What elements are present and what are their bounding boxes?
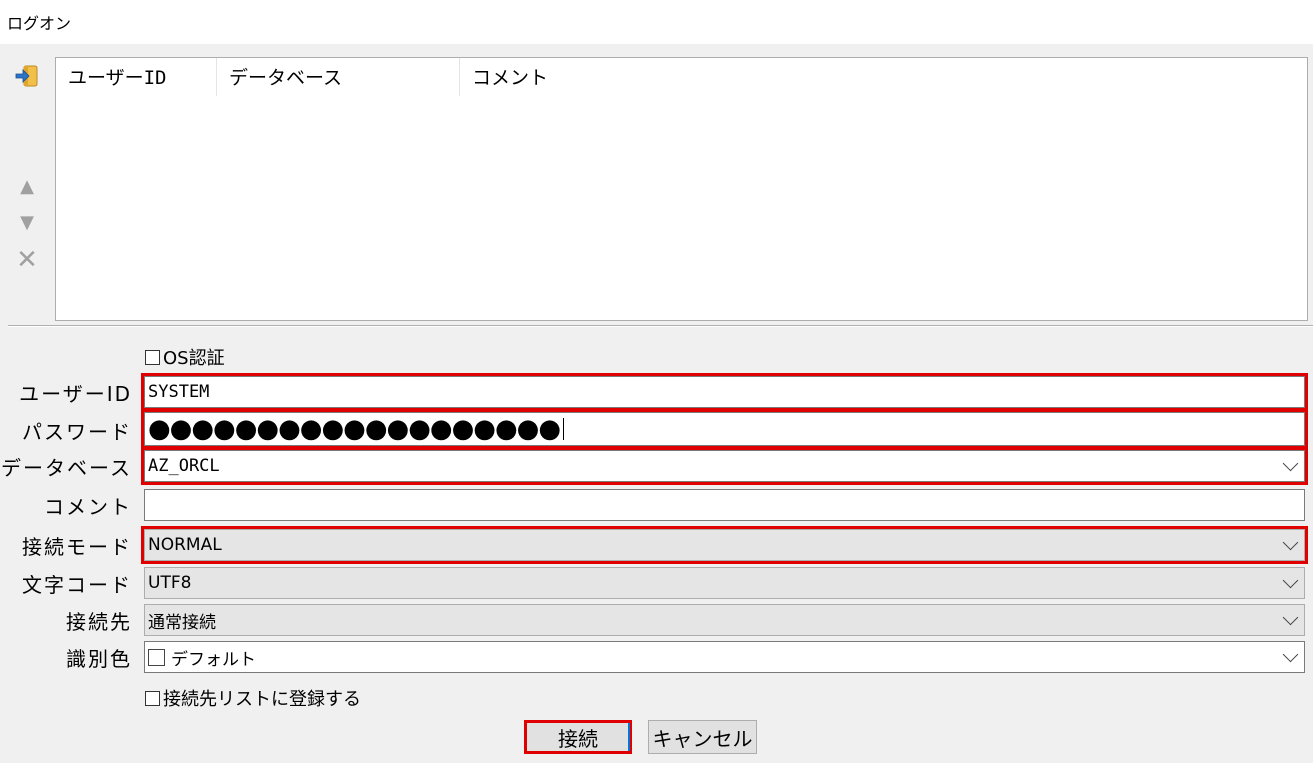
password-input[interactable]: ●●●●●●●●●●●●●●●●●●● — [141, 409, 1308, 449]
chevron-down-icon[interactable] — [1282, 534, 1299, 551]
destination-select[interactable]: 通常接続 — [144, 604, 1305, 636]
user-id-value: SYSTEM — [148, 382, 210, 402]
column-header-comment[interactable]: コメント — [460, 58, 660, 96]
id-color-label: 識別色 — [66, 647, 132, 671]
charset-select[interactable]: UTF8 — [144, 567, 1305, 599]
chevron-down-icon[interactable] — [1282, 646, 1299, 663]
column-header-database[interactable]: データベース — [217, 58, 460, 96]
connect-mode-select[interactable]: NORMAL — [141, 526, 1308, 564]
column-header-user-id[interactable]: ユーザーID — [56, 58, 217, 96]
user-id-input[interactable]: SYSTEM — [141, 373, 1308, 411]
database-combobox[interactable]: AZ_ORCL — [141, 447, 1308, 485]
window-title: ログオン — [7, 14, 72, 33]
chevron-down-icon[interactable] — [1282, 609, 1299, 626]
move-down-icon[interactable]: ▼ — [12, 208, 42, 236]
comment-label: コメント — [44, 495, 132, 519]
os-auth-label: OS認証 — [163, 348, 225, 369]
cancel-button-label: キャンセル — [652, 726, 753, 751]
focus-indicator — [628, 723, 630, 751]
id-color-select[interactable]: デフォルト — [144, 641, 1305, 673]
connect-button[interactable]: 接続 — [524, 720, 632, 754]
connection-list[interactable]: ユーザーID データベース コメント — [55, 57, 1308, 321]
connect-mode-value: NORMAL — [148, 535, 222, 555]
charset-value: UTF8 — [148, 573, 192, 593]
delete-icon[interactable]: ✕ — [12, 245, 42, 275]
cancel-button[interactable]: キャンセル — [648, 720, 757, 754]
register-label: 接続先リストに登録する — [163, 689, 361, 710]
register-checkbox[interactable] — [145, 690, 160, 706]
move-up-icon[interactable]: ▲ — [12, 172, 42, 200]
charset-label: 文字コード — [22, 573, 132, 597]
text-caret — [563, 418, 565, 440]
id-color-value: デフォルト — [171, 649, 256, 670]
user-id-label: ユーザーID — [19, 382, 132, 406]
logon-icon[interactable] — [12, 62, 42, 90]
destination-value: 通常接続 — [148, 612, 216, 633]
register-checkbox-row[interactable]: 接続先リストに登録する — [145, 685, 361, 711]
os-auth-checkbox-row[interactable]: OS認証 — [145, 344, 225, 370]
connect-button-label: 接続 — [558, 726, 598, 751]
connect-mode-label: 接続モード — [22, 535, 132, 559]
chevron-down-icon[interactable] — [1282, 572, 1299, 589]
list-header: ユーザーID データベース コメント — [56, 58, 1307, 96]
password-label: パスワード — [22, 420, 132, 444]
title-bar: ログオン — [0, 0, 1313, 44]
chevron-down-icon[interactable] — [1282, 455, 1299, 472]
database-value: AZ_ORCL — [148, 456, 220, 476]
database-label: データベース — [1, 456, 132, 480]
os-auth-checkbox[interactable] — [145, 349, 160, 365]
color-swatch — [148, 648, 165, 666]
comment-input[interactable] — [144, 489, 1305, 521]
password-mask: ●●●●●●●●●●●●●●●●●●● — [148, 414, 561, 444]
divider-highlight — [8, 326, 1313, 327]
destination-label: 接続先 — [66, 610, 132, 634]
